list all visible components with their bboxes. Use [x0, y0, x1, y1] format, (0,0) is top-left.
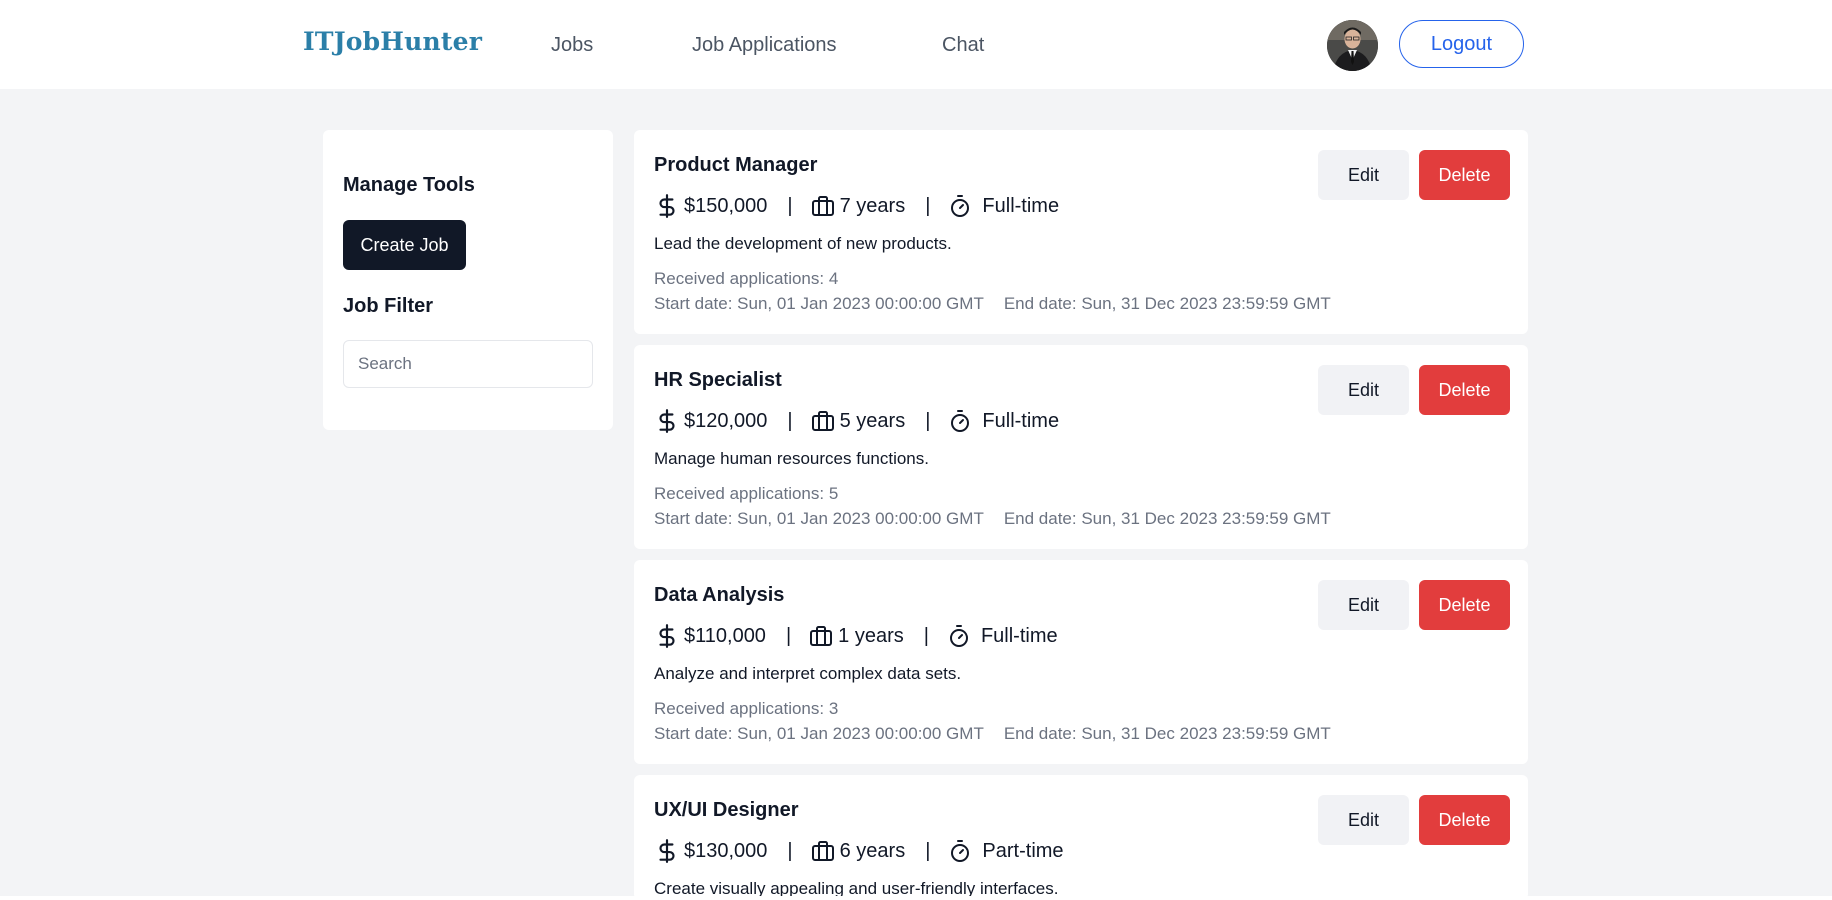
job-dates: Start date: Sun, 01 Jan 2023 00:00:00 GM…: [654, 509, 1331, 529]
user-avatar[interactable]: [1327, 20, 1378, 71]
meta-separator: |: [787, 839, 793, 862]
end-date: End date: Sun, 31 Dec 2023 23:59:59 GMT: [1003, 294, 1331, 313]
create-job-button[interactable]: Create Job: [343, 220, 466, 270]
edit-button[interactable]: Edit: [1318, 580, 1409, 630]
job-experience: 5 years: [839, 409, 906, 432]
dollar-icon: [659, 839, 675, 863]
dollar-icon: [659, 194, 675, 218]
job-meta: $120,000 | 5 years | Full-time: [654, 406, 1059, 436]
edit-button[interactable]: Edit: [1318, 150, 1409, 200]
job-experience: 6 years: [839, 839, 906, 862]
job-title: UX/UI Designer: [654, 799, 799, 821]
meta-separator: |: [787, 409, 793, 432]
nav-chat[interactable]: Chat: [942, 34, 984, 57]
delete-button[interactable]: Delete: [1419, 580, 1510, 630]
job-title: Product Manager: [654, 154, 818, 176]
meta-separator: |: [925, 839, 931, 862]
delete-button[interactable]: Delete: [1419, 795, 1510, 845]
search-input[interactable]: [343, 340, 593, 388]
job-description: Manage human resources functions.: [654, 449, 929, 468]
dollar-icon: [659, 409, 675, 433]
job-card: HR Specialist $120,000 | 5 years | Full-…: [634, 345, 1528, 549]
job-meta: $150,000 | 7 years | Full-time: [654, 191, 1059, 221]
stopwatch-icon: [951, 840, 970, 862]
received-applications: Received applications: 5: [654, 484, 839, 503]
meta-separator: |: [925, 409, 931, 432]
logout-button[interactable]: Logout: [1399, 20, 1524, 68]
briefcase-icon: [811, 841, 834, 861]
dollar-icon: [659, 624, 675, 648]
briefcase-icon: [810, 626, 833, 646]
start-date: Start date: Sun, 01 Jan 2023 00:00:00 GM…: [654, 294, 984, 313]
nav-jobs[interactable]: Jobs: [551, 34, 593, 57]
job-dates: Start date: Sun, 01 Jan 2023 00:00:00 GM…: [654, 294, 1331, 314]
start-date: Start date: Sun, 01 Jan 2023 00:00:00 GM…: [654, 509, 984, 528]
stopwatch-icon: [951, 195, 970, 217]
job-title: HR Specialist: [654, 369, 782, 391]
end-date: End date: Sun, 31 Dec 2023 23:59:59 GMT: [1003, 509, 1331, 528]
job-title: Data Analysis: [654, 584, 785, 606]
delete-button[interactable]: Delete: [1419, 150, 1510, 200]
job-salary: $110,000: [684, 624, 766, 647]
end-date: End date: Sun, 31 Dec 2023 23:59:59 GMT: [1003, 724, 1331, 743]
window-bottom-edge: [0, 896, 1832, 900]
meta-separator: |: [785, 624, 792, 647]
job-meta: $130,000 | 6 years | Part-time: [654, 836, 1064, 866]
stopwatch-icon: [951, 410, 970, 432]
job-dates: Start date: Sun, 01 Jan 2023 00:00:00 GM…: [654, 724, 1331, 744]
start-date: Start date: Sun, 01 Jan 2023 00:00:00 GM…: [654, 724, 984, 743]
received-applications: Received applications: 3: [654, 699, 839, 718]
meta-separator: |: [787, 194, 793, 217]
job-description: Analyze and interpret complex data sets.: [654, 664, 962, 683]
manage-tools-title: Manage Tools: [343, 174, 475, 196]
job-card: Product Manager $150,000 | 7 years | Ful…: [634, 130, 1528, 334]
brand-logo[interactable]: ITJobHunter: [303, 27, 482, 56]
received-applications: Received applications: 4: [654, 269, 839, 288]
job-type: Full-time: [982, 194, 1060, 217]
job-filter-title: Job Filter: [343, 295, 434, 317]
briefcase-icon: [811, 411, 834, 431]
job-salary: $120,000: [684, 409, 768, 432]
top-navbar: ITJobHunter Jobs Job Applications Chat L…: [0, 0, 1832, 89]
briefcase-icon: [811, 196, 834, 216]
stopwatch-icon: [949, 625, 968, 647]
job-type: Full-time: [982, 409, 1060, 432]
meta-separator: |: [925, 194, 931, 217]
meta-separator: |: [923, 624, 929, 647]
job-card: UX/UI Designer $130,000 | 6 years | Part…: [634, 775, 1528, 900]
avatar-image: [1327, 20, 1378, 71]
job-card: Data Analysis $110,000 | 1 years | Full-…: [634, 560, 1528, 764]
nav-job-applications[interactable]: Job Applications: [692, 34, 837, 57]
edit-button[interactable]: Edit: [1318, 365, 1409, 415]
edit-button[interactable]: Edit: [1318, 795, 1409, 845]
manage-tools-panel: Manage Tools Create Job Job Filter: [323, 130, 613, 430]
delete-button[interactable]: Delete: [1419, 365, 1510, 415]
job-type: Full-time: [980, 624, 1058, 647]
job-salary: $150,000: [684, 194, 768, 217]
job-experience: 1 years: [838, 624, 904, 647]
job-salary: $130,000: [684, 839, 768, 862]
job-meta: $110,000 | 1 years | Full-time: [654, 621, 1058, 651]
job-description: Lead the development of new products.: [654, 234, 952, 253]
job-experience: 7 years: [839, 194, 906, 217]
job-type: Part-time: [982, 839, 1064, 862]
